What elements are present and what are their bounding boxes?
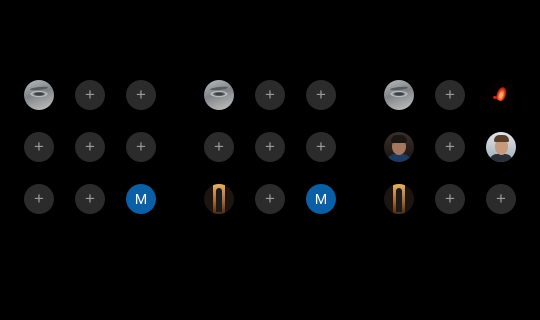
plus-icon: +: [316, 85, 326, 104]
add-slot-button[interactable]: +: [306, 80, 336, 110]
photo-eye-avatar[interactable]: [24, 80, 54, 110]
photo-figure-avatar[interactable]: [204, 184, 234, 214]
add-slot-button[interactable]: +: [255, 184, 285, 214]
avatar-grid-3: + + + +: [384, 80, 516, 214]
photo-figure-avatar[interactable]: [384, 184, 414, 214]
plus-icon: +: [136, 85, 146, 104]
photo-portrait-avatar[interactable]: [486, 132, 516, 162]
photo-eye-avatar[interactable]: [384, 80, 414, 110]
avatar-image-part: [489, 154, 513, 162]
plus-icon: +: [496, 189, 506, 208]
add-slot-button[interactable]: +: [435, 80, 465, 110]
avatar-row: +: [384, 80, 516, 110]
avatar-image-part: [389, 86, 409, 91]
plus-icon: +: [85, 137, 95, 156]
add-slot-button[interactable]: +: [435, 184, 465, 214]
photo-fire-avatar[interactable]: [486, 80, 516, 110]
avatar-image-part: [391, 135, 407, 143]
plus-icon: +: [265, 189, 275, 208]
avatar-row: + +: [24, 80, 156, 110]
add-slot-button[interactable]: +: [126, 80, 156, 110]
plus-icon: +: [34, 189, 44, 208]
avatar-row: + + +: [24, 132, 156, 162]
plus-icon: +: [445, 85, 455, 104]
avatar-image-part: [495, 85, 508, 103]
plus-icon: +: [34, 137, 44, 156]
avatar-image-part: [494, 135, 509, 142]
add-slot-button[interactable]: +: [75, 80, 105, 110]
add-slot-button[interactable]: +: [24, 132, 54, 162]
avatar-grid-1: + + + + + + + M: [24, 80, 156, 214]
avatar-row: +: [384, 132, 516, 162]
plus-icon: +: [265, 137, 275, 156]
avatar-initial: M: [314, 190, 328, 208]
avatar-row: + +: [384, 184, 516, 214]
add-slot-button[interactable]: +: [306, 132, 336, 162]
add-slot-button[interactable]: +: [126, 132, 156, 162]
avatar-initial: M: [134, 190, 148, 208]
add-slot-button[interactable]: +: [255, 132, 285, 162]
plus-icon: +: [214, 137, 224, 156]
add-slot-button[interactable]: +: [204, 132, 234, 162]
avatar-row: + +: [204, 80, 336, 110]
photo-eye-avatar[interactable]: [204, 80, 234, 110]
avatar-image-part: [387, 154, 411, 162]
avatar-row: + + M: [24, 184, 156, 214]
plus-icon: +: [85, 189, 95, 208]
photo-man-avatar[interactable]: [384, 132, 414, 162]
add-slot-button[interactable]: +: [75, 132, 105, 162]
letter-avatar[interactable]: M: [126, 184, 156, 214]
avatar-image-part: [216, 188, 222, 212]
avatar-image-part: [493, 96, 497, 99]
avatar-image-part: [396, 188, 402, 212]
avatar-row: + M: [204, 184, 336, 214]
letter-avatar[interactable]: M: [306, 184, 336, 214]
plus-icon: +: [136, 137, 146, 156]
plus-icon: +: [445, 137, 455, 156]
avatar-row: + + +: [204, 132, 336, 162]
plus-icon: +: [265, 85, 275, 104]
add-slot-button[interactable]: +: [24, 184, 54, 214]
plus-icon: +: [316, 137, 326, 156]
add-slot-button[interactable]: +: [255, 80, 285, 110]
plus-icon: +: [445, 189, 455, 208]
add-slot-button[interactable]: +: [75, 184, 105, 214]
add-slot-button[interactable]: +: [486, 184, 516, 214]
plus-icon: +: [85, 85, 95, 104]
add-slot-button[interactable]: +: [435, 132, 465, 162]
avatar-grid-2: + + + + + + M: [204, 80, 336, 214]
avatar-image-part: [29, 86, 49, 91]
avatar-image-part: [209, 86, 229, 91]
